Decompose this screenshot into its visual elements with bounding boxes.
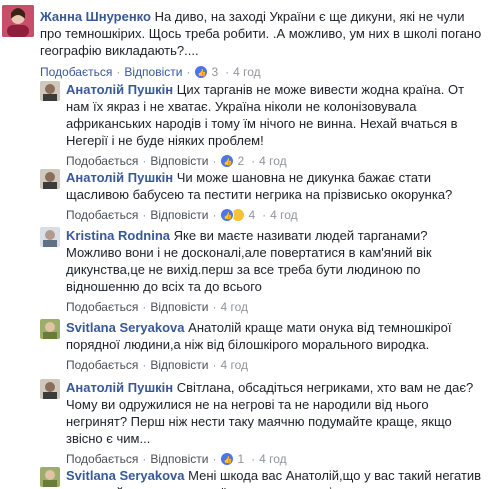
separator: ·: [262, 208, 267, 222]
comment-reply: Анатолій Пушкін Цих тарганів не може вив…: [0, 78, 492, 171]
reply-link[interactable]: Відповісти: [150, 299, 208, 315]
avatar-photo: [40, 227, 60, 247]
comment-author[interactable]: Svitlana Seryakova: [66, 468, 185, 483]
reaction-count[interactable]: 4: [248, 207, 255, 223]
separator: ·: [142, 208, 147, 222]
comment-author[interactable]: Kristina Rodnina: [66, 228, 170, 243]
timestamp[interactable]: 4 год: [270, 207, 298, 223]
comment-actions: Подобається · Відповісти · 4 год: [66, 357, 486, 373]
comment-author[interactable]: Анатолій Пушкін: [66, 380, 173, 395]
timestamp[interactable]: 4 год: [220, 357, 248, 373]
avatar-photo: [40, 81, 60, 101]
comment-text-block: Svitlana Seryakova Мені шкода вас Анатол…: [66, 467, 486, 489]
comment: Жанна Шнуренко На диво, на заході Україн…: [0, 0, 492, 82]
avatar-photo: [40, 467, 60, 487]
avatar[interactable]: [40, 467, 60, 487]
comment-text-block: Svitlana Seryakova Анатолій краще мати о…: [66, 319, 486, 353]
comment-actions: Подобається · Відповісти · 4 · 4 год: [66, 207, 486, 225]
reactions[interactable]: [194, 65, 209, 82]
like-link[interactable]: Подобається: [66, 207, 138, 223]
avatar[interactable]: [2, 5, 34, 37]
comment-reply: Анатолій Пушкін Світлана, обсадіться нег…: [0, 376, 492, 469]
comment-text-block: Анатолій Пушкін Світлана, обсадіться нег…: [66, 379, 486, 447]
comment-reply: Kristina Rodnina Яке ви маєте називати л…: [0, 224, 492, 314]
comment-text-block: Жанна Шнуренко На диво, на заході Україн…: [40, 8, 485, 59]
avatar[interactable]: [40, 81, 60, 101]
comment-author[interactable]: Жанна Шнуренко: [40, 9, 151, 24]
separator: ·: [142, 300, 147, 314]
separator: ·: [212, 208, 217, 222]
avatar[interactable]: [40, 319, 60, 339]
comment-text-block: Анатолій Пушкін Цих тарганів не може вив…: [66, 81, 486, 149]
separator: ·: [142, 358, 147, 372]
like-reaction-icon: [194, 65, 209, 82]
comment-author[interactable]: Анатолій Пушкін: [66, 170, 173, 185]
avatar-photo: [40, 379, 60, 399]
comment-reply: Svitlana Seryakova Мені шкода вас Анатол…: [0, 464, 492, 489]
comment-reply: Анатолій Пушкін Чи може шановна не дикун…: [0, 166, 492, 225]
timestamp[interactable]: 4 год: [220, 299, 248, 315]
reply-link[interactable]: Відповісти: [150, 207, 208, 223]
like-link[interactable]: Подобається: [66, 299, 138, 315]
avatar[interactable]: [40, 227, 60, 247]
avatar[interactable]: [40, 169, 60, 189]
comment-text-block: Kristina Rodnina Яке ви маєте називати л…: [66, 227, 486, 295]
avatar[interactable]: [40, 379, 60, 399]
comment-author[interactable]: Анатолій Пушкін: [66, 82, 173, 97]
reactions[interactable]: [220, 208, 246, 225]
avatar-photo: [40, 169, 60, 189]
comment-actions: Подобається · Відповісти · 4 год: [66, 299, 486, 315]
separator: ·: [212, 358, 217, 372]
comment-text-block: Анатолій Пушкін Чи може шановна не дикун…: [66, 169, 486, 203]
like-link[interactable]: Подобається: [66, 357, 138, 373]
separator: ·: [212, 300, 217, 314]
reply-link[interactable]: Відповісти: [150, 357, 208, 373]
comment-author[interactable]: Svitlana Seryakova: [66, 320, 185, 335]
avatar-photo: [40, 319, 60, 339]
comment-reply: Svitlana Seryakova Анатолій краще мати о…: [0, 316, 492, 374]
avatar-photo: [2, 5, 34, 37]
